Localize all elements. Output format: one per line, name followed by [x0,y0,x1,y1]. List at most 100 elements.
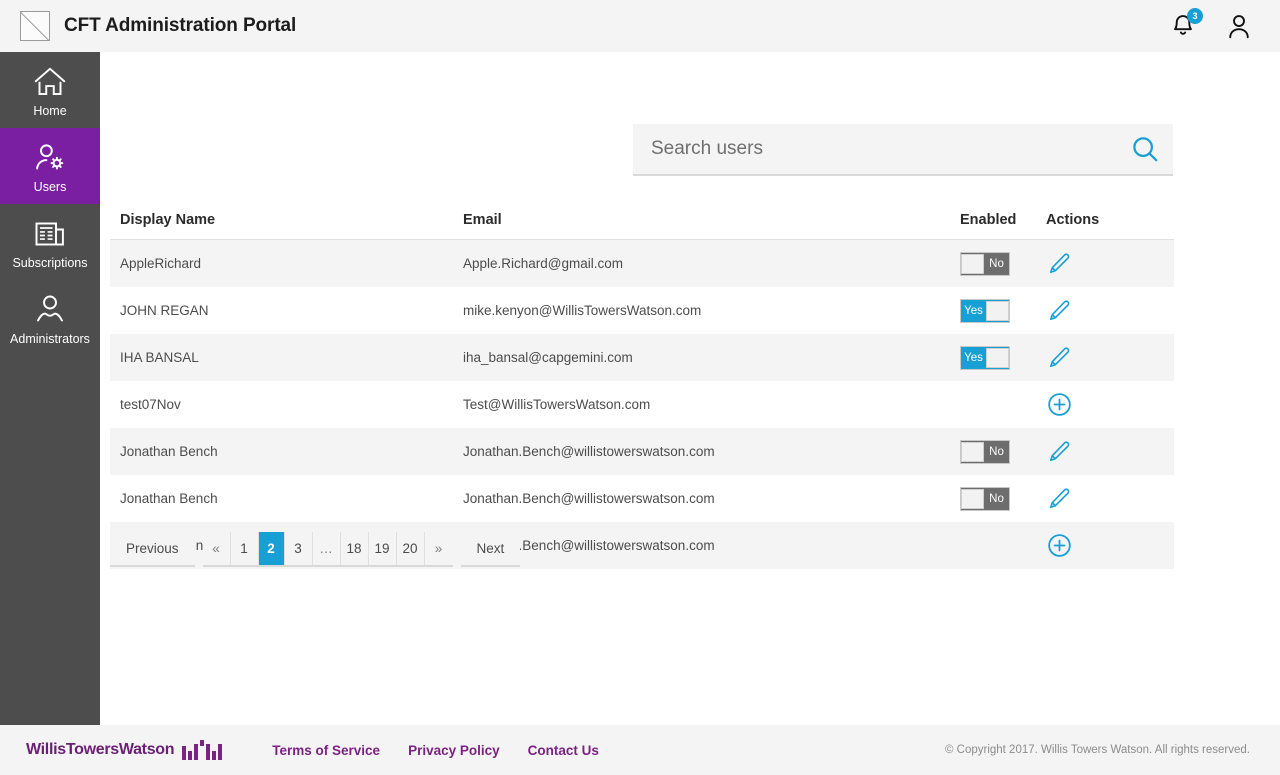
toggle-knob [961,441,984,462]
table-header-row: Display Name Email Enabled Actions [110,200,1174,240]
search-button[interactable] [1117,123,1173,175]
enabled-toggle[interactable]: No [960,486,1010,511]
sidebar-item-label: Administrators [10,332,90,346]
sidebar-item-administrators[interactable]: Administrators [0,280,100,356]
column-header-actions: Actions [1046,211,1100,228]
cell-enabled: Yes [960,298,1030,323]
table-row: Jonathan Bench Jonathan.Bench@willistower… [110,428,1174,475]
cell-enabled: Yes [960,345,1030,370]
page-link[interactable]: 3 [285,532,313,565]
cell-display-name: AppleRichard [120,256,202,271]
enabled-toggle[interactable]: No [960,251,1010,276]
table-row: IHA BANSAL iha_bansal@capgemini.com Yes [110,334,1174,381]
home-icon [2,64,98,102]
account-button[interactable] [1224,11,1254,41]
pencil-icon [1049,440,1070,461]
sidebar-item-home[interactable]: Home [0,52,100,128]
cell-actions [1030,391,1156,418]
cell-email: Jonathan.Bench@willistowerswatson.com [463,491,715,506]
copyright-text: © Copyright 2017. Willis Towers Watson. … [944,744,1250,756]
footer-links: Terms of Service Privacy Policy Contact … [272,743,599,758]
cell-enabled: No [960,486,1030,511]
next-page-button[interactable]: Next [460,532,521,567]
page-link[interactable]: 20 [397,532,425,565]
edit-user-button[interactable] [1046,439,1072,465]
cell-email: mike.kenyon@WillisTowersWatson.com [463,303,702,318]
toggle-label: No [989,445,1004,458]
footer-brand-text: WillisTowersWatson [26,741,175,758]
toggle-knob [986,300,1009,321]
cell-email: Test@WillisTowersWatson.com [463,397,651,412]
search-input[interactable] [633,138,1117,160]
cell-display-name: Jonathan Bench [120,491,218,506]
toggle-knob [986,347,1009,368]
edit-user-button[interactable] [1046,345,1072,371]
app-footer: WillisTowersWatson Terms of Service Priv… [0,725,1280,775]
brand: CFT Administration Portal [0,11,296,41]
cell-enabled: No [960,251,1030,276]
page-link[interactable]: » [425,532,453,565]
add-user-button[interactable] [1046,391,1073,418]
page-link[interactable]: 18 [341,532,369,565]
column-header-enabled: Enabled [960,211,1017,228]
cell-actions [1030,345,1156,371]
cell-actions [1030,251,1156,277]
cell-display-name: test07Nov [120,397,181,412]
page-link[interactable]: … [313,532,341,565]
table-row: JOHN REGAN mike.kenyon@WillisTowersWatson… [110,287,1174,334]
edit-user-button[interactable] [1046,251,1072,277]
pencil-icon [1049,346,1070,367]
table-row: Jonathan Bench Jonathan.Bench@willistower… [110,475,1174,522]
cell-email: Apple.Richard@gmail.com [463,256,624,271]
enabled-toggle[interactable]: No [960,439,1010,464]
cell-display-name: Jonathan Bench [120,444,218,459]
image-placeholder-icon [20,11,50,41]
edit-user-button[interactable] [1046,298,1072,324]
footer-link-privacy-policy[interactable]: Privacy Policy [408,743,500,758]
cell-email: iha_bansal@capgemini.com [463,350,633,365]
page-link[interactable]: 19 [369,532,397,565]
enabled-toggle[interactable]: Yes [960,345,1010,370]
enabled-toggle[interactable]: Yes [960,298,1010,323]
willis-towers-watson-logo: WillisTowersWatson [0,740,223,760]
cell-email: Jonathan.Bench@willistowerswatson.com [463,538,715,553]
page-title: CFT Administration Portal [64,15,297,36]
cell-actions [1030,486,1156,512]
sidebar-item-label: Subscriptions [12,256,88,270]
app-header: CFT Administration Portal 3 [0,0,1280,52]
newspaper-icon [2,216,98,254]
page-link[interactable]: 1 [231,532,259,565]
toggle-knob [961,488,984,509]
cell-actions [1030,298,1156,324]
cell-display-name: JOHN REGAN [120,303,209,318]
footer-link-contact-us[interactable]: Contact Us [528,743,599,758]
edit-user-button[interactable] [1046,486,1072,512]
table-row: AppleRichard Apple.Richard@gmail.com No [110,240,1174,287]
table-body: AppleRichard Apple.Richard@gmail.com No JOH… [110,240,1174,569]
add-user-button[interactable] [1046,532,1073,559]
page-link[interactable]: « [203,532,231,565]
page-link[interactable]: 2 [258,532,285,565]
people-icon [2,292,98,330]
table-row: test07Nov Test@WillisTowersWatson.com [110,381,1174,428]
cell-email: Jonathan.Bench@willistowerswatson.com [463,444,715,459]
sidebar-item-label: Home [33,104,67,118]
plus-circle-icon [1048,534,1071,557]
pencil-icon [1049,487,1070,508]
pagination: Previous «1 2 3… 18 19 20» Next [110,532,521,567]
app-root: CFT Administration Portal 3 Home Users S… [0,0,1280,775]
notification-badge: 3 [1187,8,1203,24]
footer-link-terms-of-service[interactable]: Terms of Service [272,743,380,758]
toggle-knob [961,253,984,274]
notifications-button[interactable]: 3 [1168,8,1203,41]
column-header-display-name: Display Name [120,211,216,228]
header-actions: 3 [1168,8,1280,41]
sidebar-item-users[interactable]: Users [0,128,100,204]
pencil-icon [1049,252,1070,273]
search-bar [633,124,1173,176]
sidebar-item-subscriptions[interactable]: Subscriptions [0,204,100,280]
previous-page-button[interactable]: Previous [110,532,195,567]
column-header-email: Email [463,211,502,228]
sidebar-item-label: Users [33,180,67,194]
bars-logo-icon [182,740,223,760]
